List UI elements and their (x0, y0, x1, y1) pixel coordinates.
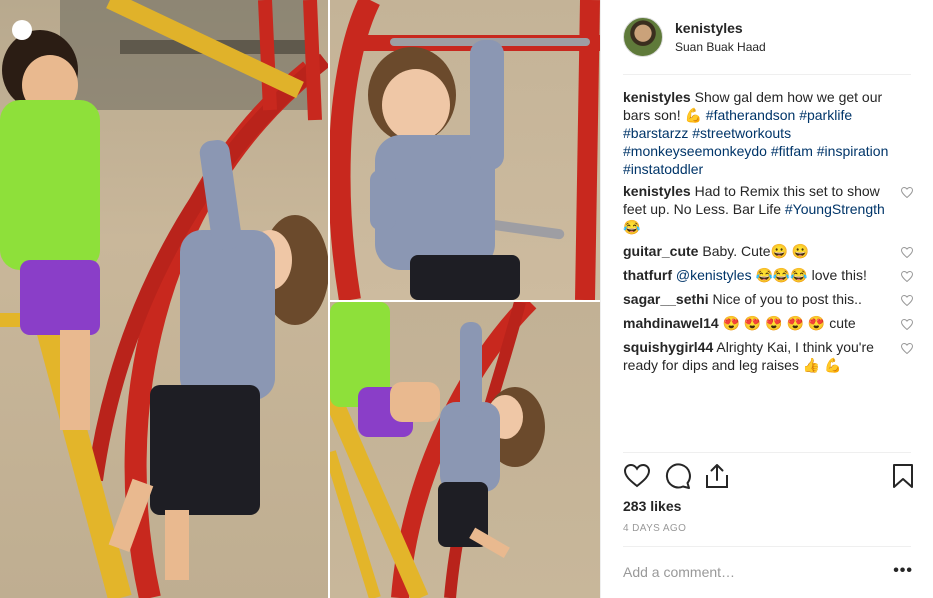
comment-text: Baby. Cute😀 😀 (702, 243, 810, 259)
action-bar (623, 462, 913, 492)
location-link[interactable]: Suan Buak Haad (675, 39, 766, 55)
comment-tail: 😂😂😂 love this! (751, 267, 867, 283)
comment-hashtag[interactable]: #YoungStrength (785, 201, 885, 217)
comment-item: thatfurf @kenistyles 😂😂😂 love this! (623, 266, 913, 284)
share-icon[interactable] (703, 462, 731, 490)
photo-panel-left (0, 0, 328, 598)
caption-username[interactable]: kenistyles (623, 89, 691, 105)
post-header: kenistyles Suan Buak Haad (623, 14, 913, 60)
add-comment-input[interactable] (623, 562, 873, 582)
post-sidebar: kenistyles Suan Buak Haad kenistyles Sho… (600, 0, 933, 598)
post-date: 4 DAYS AGO (623, 523, 687, 534)
comment-like-heart-icon[interactable] (901, 271, 913, 282)
comment-icon[interactable] (663, 462, 691, 490)
comment-divider (623, 546, 911, 547)
comment-item: kenistyles Had to Remix this set to show… (623, 182, 913, 236)
comment-username[interactable]: thatfurf (623, 267, 672, 283)
playground-scene-top-right (330, 0, 600, 300)
username-link[interactable]: kenistyles (675, 19, 766, 37)
add-comment-box: ••• (623, 562, 913, 584)
avatar[interactable] (623, 17, 663, 57)
comment-like-heart-icon[interactable] (901, 247, 913, 258)
comment-item: guitar_cute Baby. Cute😀 😀 (623, 242, 913, 260)
comment-username[interactable]: sagar__sethi (623, 291, 709, 307)
header-text: kenistyles Suan Buak Haad (675, 19, 766, 55)
actions-divider (623, 452, 911, 453)
comment-item: sagar__sethi Nice of you to post this.. (623, 290, 913, 308)
post-photo[interactable] (0, 0, 600, 598)
comment-username[interactable]: squishygirl44 (623, 339, 713, 355)
comment-text: Nice of you to post this.. (712, 291, 862, 307)
comment-username[interactable]: kenistyles (623, 183, 691, 199)
comment-like-heart-icon[interactable] (901, 343, 913, 354)
photo-panel-top-right (330, 0, 600, 300)
playground-scene-bottom-right (330, 302, 545, 598)
photo-panel-bottom-right (330, 302, 600, 598)
more-options-button[interactable]: ••• (893, 562, 913, 580)
bookmark-icon[interactable] (889, 462, 917, 490)
likes-count[interactable]: 283 likes (623, 498, 681, 514)
comment-username[interactable]: mahdinawel14 (623, 315, 719, 331)
comment-mention[interactable]: @kenistyles (676, 267, 752, 283)
comment-like-heart-icon[interactable] (901, 187, 913, 198)
playground-scene-left (0, 0, 328, 598)
comments-list: kenistyles Show gal dem how we get our b… (623, 88, 913, 380)
caption: kenistyles Show gal dem how we get our b… (623, 88, 913, 178)
comment-item: squishygirl44 Alrighty Kai, I think you'… (623, 338, 913, 374)
comment-like-heart-icon[interactable] (901, 295, 913, 306)
comment-text: 😍 😍 😍 😍 😍 cute (722, 315, 856, 331)
comment-tail: 😂 (623, 219, 641, 235)
heart-icon[interactable] (623, 462, 651, 490)
header-divider (623, 74, 911, 75)
comment-username[interactable]: guitar_cute (623, 243, 698, 259)
comment-item: mahdinawel14 😍 😍 😍 😍 😍 cute (623, 314, 913, 332)
comment-like-heart-icon[interactable] (901, 319, 913, 330)
